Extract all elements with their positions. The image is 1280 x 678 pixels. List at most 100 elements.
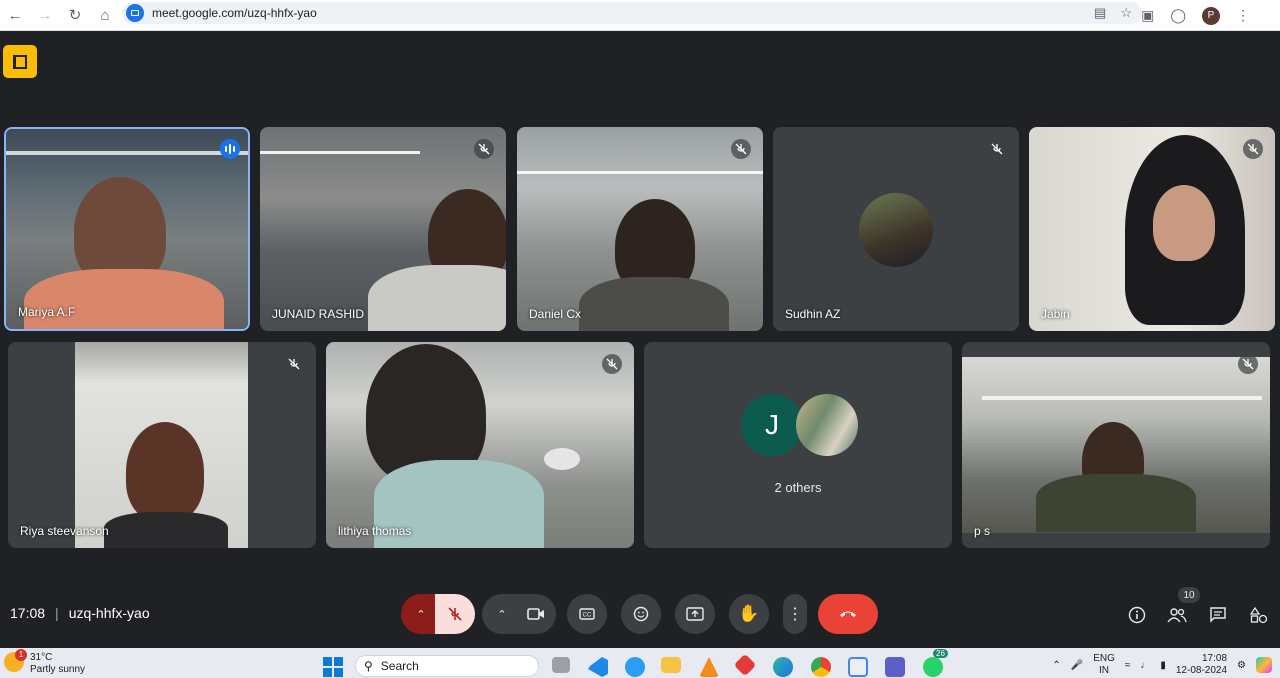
system-tray: ⌃ 🎤 ENG IN ≈ ♩ ▮ 17:08 12-08-2024 ⚙ (1052, 653, 1272, 677)
weather-badge: 1 (15, 649, 27, 661)
people-count-badge: 10 (1178, 587, 1200, 603)
speaking-indicator-icon (220, 139, 240, 159)
captions-icon: CC (579, 608, 595, 620)
activities-icon[interactable] (1247, 604, 1271, 626)
mic-off-icon (602, 354, 622, 374)
mic-toggle-button[interactable] (435, 594, 475, 634)
weather-sun-icon: 1 (4, 649, 27, 672)
weather-app-icon[interactable] (625, 657, 645, 677)
chevron-up-icon: ⌃ (416, 608, 426, 621)
notifications-icon[interactable]: ⚙ (1237, 660, 1246, 671)
windows-taskbar: 1 31°C Partly sunny ⚲ Search 26 ⌃ 🎤 ENG … (0, 648, 1280, 678)
video-feed (126, 422, 204, 522)
present-screen-button[interactable] (675, 594, 715, 634)
home-icon[interactable]: ⌂ (90, 3, 120, 27)
vlc-icon[interactable] (699, 657, 719, 677)
mic-off-icon (284, 354, 304, 374)
clock-date: 12-08-2024 (1175, 665, 1228, 676)
language-line2[interactable]: IN (1093, 665, 1115, 677)
leave-call-button[interactable] (818, 594, 878, 634)
more-vert-icon: ⋮ (787, 606, 803, 623)
reload-icon[interactable]: ↻ (60, 3, 90, 27)
task-view-icon[interactable] (552, 657, 570, 673)
participant-tile[interactable]: Jabin (1029, 127, 1275, 331)
participant-group-tile[interactable]: J 2 others (644, 342, 952, 548)
meeting-time: 17:08 (10, 605, 46, 621)
weather-desc: Partly sunny (30, 664, 86, 675)
mic-off-icon (474, 139, 494, 159)
wifi-icon[interactable]: ≈ (1125, 660, 1131, 671)
reactions-button[interactable] (621, 594, 661, 634)
whatsapp-badge: 26 (933, 649, 948, 658)
address-bar[interactable]: meet.google.com/uzq-hhfx-yao ▤ ☆ (122, 2, 1142, 24)
participant-tile[interactable]: Riya steevanson (8, 342, 316, 548)
meet-logo-icon[interactable] (3, 45, 37, 78)
participant-name: p s (974, 524, 991, 538)
whatsapp-icon[interactable]: 26 (923, 649, 948, 677)
weather-widget[interactable]: 1 31°C Partly sunny (4, 649, 86, 676)
participant-name: Sudhin AZ (785, 307, 841, 321)
back-icon[interactable]: ← (0, 3, 30, 27)
profile-avatar[interactable]: P (1202, 6, 1220, 25)
participant-tile[interactable]: Mariya A.F (4, 127, 250, 331)
url-text[interactable]: meet.google.com/uzq-hhfx-yao (152, 6, 317, 20)
chrome-icon[interactable] (811, 657, 831, 677)
participant-tile[interactable]: Sudhin AZ (773, 127, 1019, 331)
participant-name: Jabin (1041, 307, 1070, 321)
participant-name: Mariya A.F (18, 305, 76, 319)
tray-chevron-icon[interactable]: ⌃ (1052, 660, 1060, 671)
present-icon (686, 607, 704, 621)
more-options-button[interactable]: ⋮ (783, 594, 807, 634)
camera-toggle-button[interactable] (516, 594, 556, 634)
others-count-label: 2 others (774, 480, 822, 495)
vscode-icon[interactable] (588, 657, 608, 677)
participant-name: Daniel Cx (529, 307, 582, 321)
site-info-icon[interactable] (126, 4, 144, 22)
sync-icon[interactable]: ◯ (1170, 7, 1186, 24)
forward-icon[interactable]: → (30, 3, 60, 27)
participant-tile[interactable]: p s (962, 342, 1270, 548)
mic-off-icon (1238, 354, 1258, 374)
meeting-details-icon[interactable] (1125, 604, 1149, 626)
chat-icon[interactable] (1206, 604, 1230, 626)
edge-icon[interactable] (773, 657, 793, 677)
participant-avatar: J (741, 394, 803, 456)
participant-tile[interactable]: Daniel Cx (517, 127, 763, 331)
mic-icon[interactable]: 🎤 (1071, 660, 1083, 671)
copilot-icon[interactable] (1256, 657, 1272, 673)
search-placeholder: Search (380, 659, 419, 673)
hand-icon: ✋ (738, 604, 760, 623)
taskbar-clock[interactable]: 17:08 12-08-2024 (1176, 653, 1227, 677)
search-icon: ⚲ (364, 659, 373, 673)
language-line1[interactable]: ENG (1093, 653, 1115, 665)
git-app-icon[interactable] (733, 653, 757, 677)
store-icon[interactable] (848, 657, 868, 677)
participant-avatar (859, 193, 933, 267)
mic-off-icon (448, 607, 462, 621)
translate-icon[interactable]: ▤ (1094, 5, 1106, 21)
extensions-icon[interactable]: ▣ (1141, 7, 1154, 24)
mic-off-icon (731, 139, 751, 159)
bookmark-star-icon[interactable]: ☆ (1120, 5, 1132, 21)
chrome-menu-icon[interactable]: ⋮ (1236, 7, 1250, 24)
svg-text:CC: CC (583, 613, 592, 619)
battery-icon[interactable]: ▮ (1160, 660, 1166, 671)
participant-tile[interactable]: lithiya thomas (326, 342, 634, 548)
teams-icon[interactable] (885, 657, 905, 677)
participant-avatar (796, 394, 858, 456)
emoji-icon (633, 606, 649, 622)
people-icon[interactable] (1165, 604, 1189, 626)
file-explorer-icon[interactable] (661, 657, 681, 673)
participant-name: lithiya thomas (338, 524, 412, 538)
hang-up-icon (840, 611, 856, 617)
weather-temp: 31°C (30, 652, 53, 663)
taskbar-search[interactable]: ⚲ Search (355, 655, 539, 677)
meeting-code: uzq-hhfx-yao (68, 605, 150, 621)
participant-name: JUNAID RASHID (272, 307, 365, 321)
browser-toolbar: ← → ↻ ⌂ meet.google.com/uzq-hhfx-yao ▤ ☆… (0, 0, 1280, 31)
raise-hand-button[interactable]: ✋ (729, 594, 769, 634)
participant-tile[interactable]: JUNAID RASHID (260, 127, 506, 331)
volume-icon[interactable]: ♩ (1140, 660, 1150, 671)
windows-start-icon[interactable] (323, 657, 343, 677)
captions-button[interactable]: CC (567, 594, 607, 634)
